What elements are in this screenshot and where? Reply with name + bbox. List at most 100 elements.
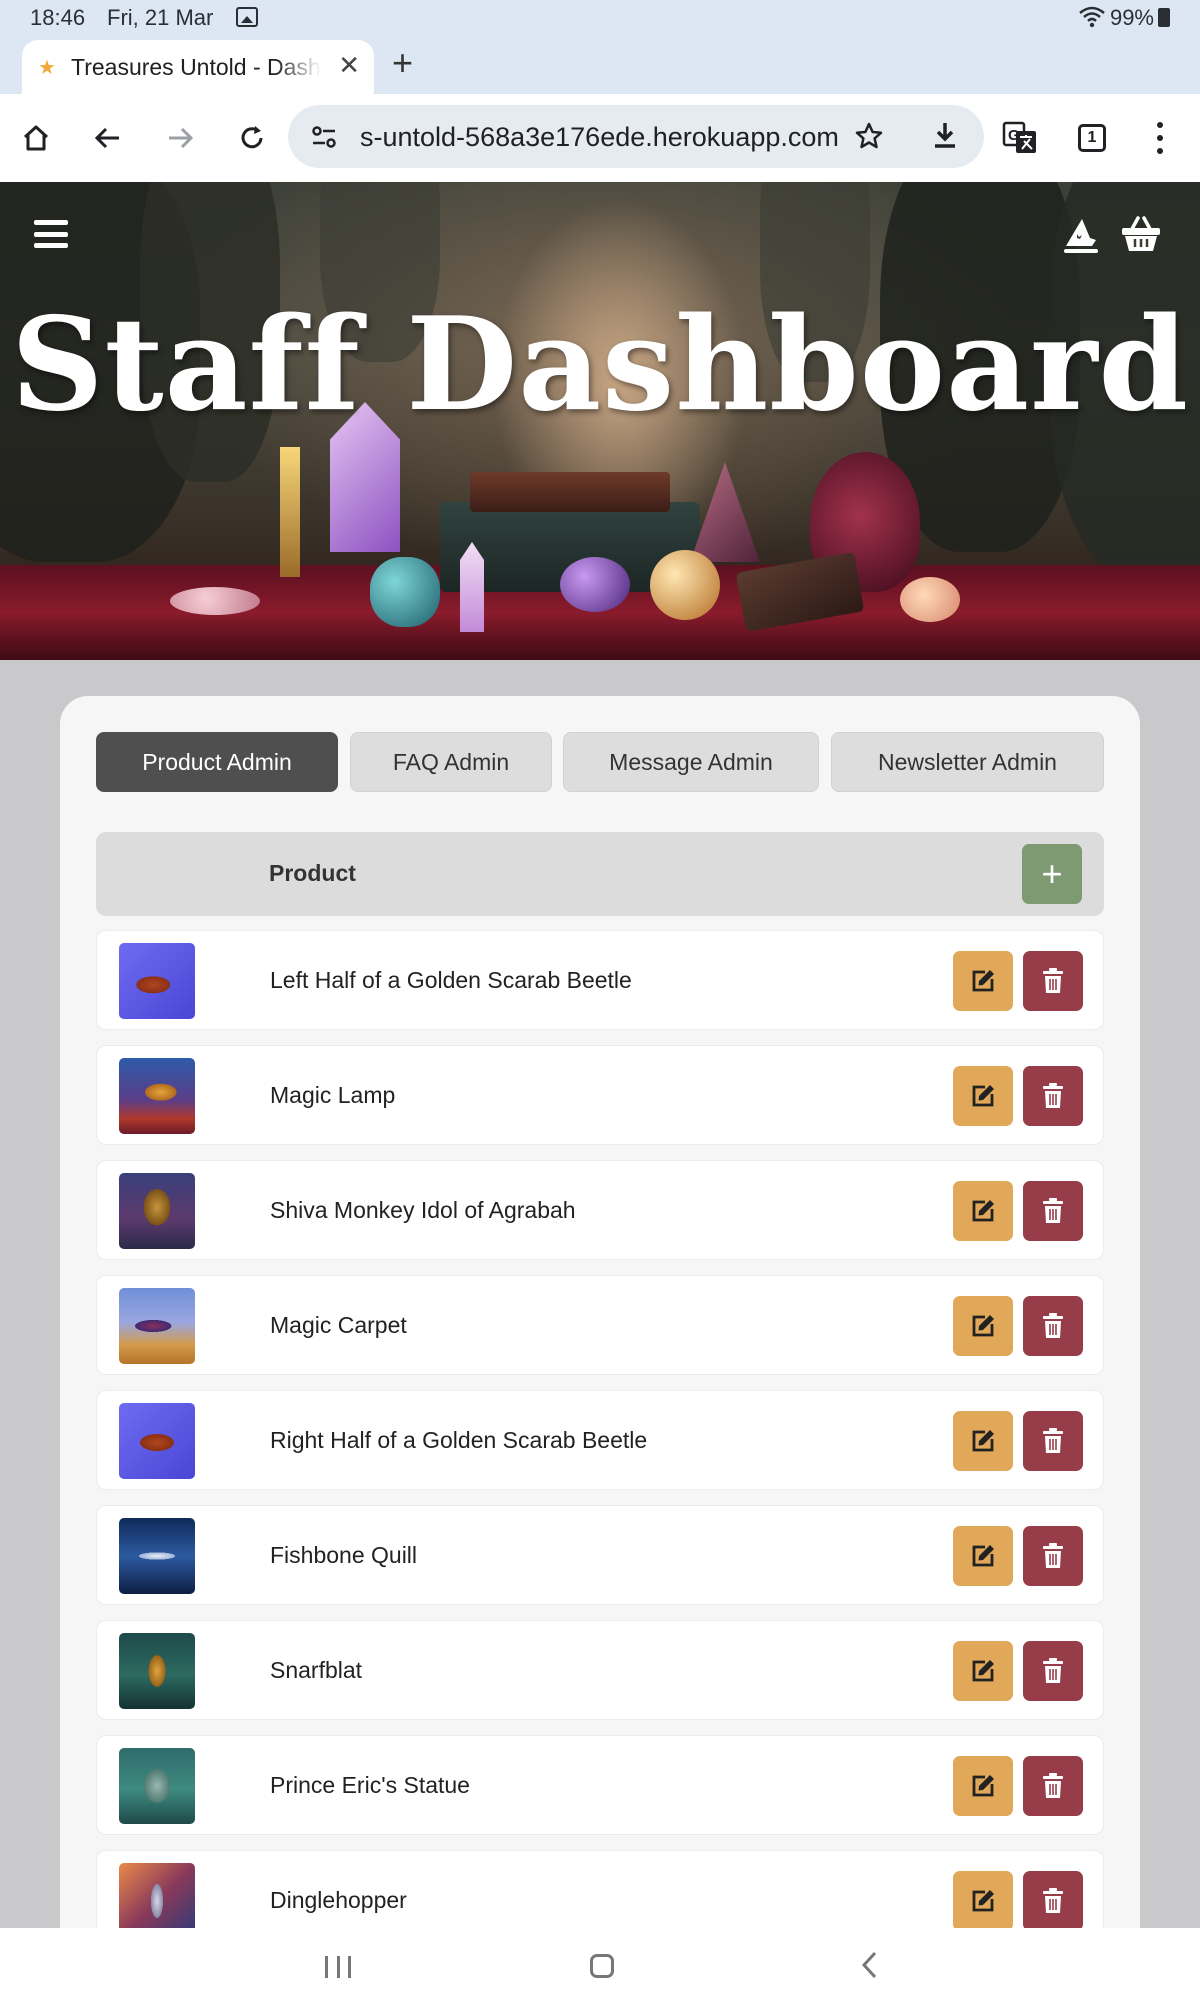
trash-icon — [1043, 1658, 1063, 1683]
edit-icon — [972, 1430, 994, 1452]
delete-button[interactable] — [1023, 1526, 1083, 1586]
edit-icon — [972, 1890, 994, 1912]
delete-button[interactable] — [1023, 1181, 1083, 1241]
edit-icon — [972, 1085, 994, 1107]
trash-icon — [1043, 1313, 1063, 1338]
product-thumbnail — [119, 1403, 195, 1479]
tab-faq-admin[interactable]: FAQ Admin — [350, 732, 552, 792]
address-url[interactable]: s-untold-568a3e176ede.herokuapp.com — [360, 122, 839, 153]
menu-icon[interactable] — [34, 220, 68, 248]
basket-icon[interactable] — [1120, 214, 1162, 254]
trash-icon — [1043, 1888, 1063, 1913]
new-tab-icon[interactable]: + — [392, 42, 413, 84]
edit-button[interactable] — [953, 1641, 1013, 1701]
page-title: Staff Dashboard — [11, 290, 1189, 440]
tab-newsletter-admin[interactable]: Newsletter Admin — [831, 732, 1104, 792]
browser-toolbar: s-untold-568a3e176ede.herokuapp.com G 1 — [0, 94, 1200, 182]
gallery-notification-icon — [236, 7, 258, 27]
browser-tab-strip: ★ Treasures Untold - Dashboard ✕ + — [0, 36, 1200, 94]
system-home-icon[interactable] — [590, 1954, 614, 1978]
delete-button[interactable] — [1023, 1411, 1083, 1471]
add-product-button[interactable]: + — [1022, 844, 1082, 904]
edit-button[interactable] — [953, 1411, 1013, 1471]
trash-icon — [1043, 1083, 1063, 1108]
product-name: Prince Eric's Statue — [270, 1772, 470, 1798]
battery-icon — [1158, 8, 1170, 27]
dashboard-card: Product Admin FAQ Admin Message Admin Ne… — [60, 696, 1140, 2000]
edit-button[interactable] — [953, 1526, 1013, 1586]
recents-icon[interactable] — [325, 1956, 351, 1978]
edit-button[interactable] — [953, 1066, 1013, 1126]
browser-tab[interactable]: ★ Treasures Untold - Dashboard ✕ — [22, 40, 374, 94]
status-time: 18:46 — [30, 5, 86, 30]
edit-icon — [972, 970, 994, 992]
product-thumbnail — [119, 1288, 195, 1364]
table-row: Right Half of a Golden Scarab Beetle — [96, 1390, 1104, 1490]
delete-button[interactable] — [1023, 1066, 1083, 1126]
site-settings-icon[interactable] — [310, 123, 338, 151]
product-name: Shiva Monkey Idol of Agrabah — [270, 1197, 576, 1223]
table-row: Left Half of a Golden Scarab Beetle — [96, 930, 1104, 1030]
hero-banner: Staff Dashboard — [0, 182, 1200, 660]
tab-message-admin[interactable]: Message Admin — [563, 732, 819, 792]
edit-button[interactable] — [953, 1296, 1013, 1356]
wifi-icon — [1079, 6, 1105, 28]
trash-icon — [1043, 1543, 1063, 1568]
address-bar[interactable]: s-untold-568a3e176ede.herokuapp.com — [288, 105, 984, 168]
table-row: Magic Carpet — [96, 1275, 1104, 1375]
product-name: Right Half of a Golden Scarab Beetle — [270, 1427, 648, 1453]
close-tab-icon[interactable]: ✕ — [338, 50, 360, 81]
product-thumbnail — [119, 1518, 195, 1594]
table-row: Fishbone Quill — [96, 1505, 1104, 1605]
product-thumbnail — [119, 1173, 195, 1249]
favicon-icon: ★ — [38, 57, 56, 79]
forward-arrow-icon[interactable] — [158, 116, 202, 160]
browser-tab-title: Treasures Untold - Dashboard — [71, 54, 321, 80]
delete-button[interactable] — [1023, 1296, 1083, 1356]
edit-icon — [972, 1315, 994, 1337]
edit-icon — [972, 1775, 994, 1797]
product-name: Snarfblat — [270, 1657, 363, 1683]
table-row: Magic Lamp — [96, 1045, 1104, 1145]
edit-button[interactable] — [953, 951, 1013, 1011]
edit-button[interactable] — [953, 1756, 1013, 1816]
trash-icon — [1043, 1198, 1063, 1223]
translate-icon[interactable]: G — [998, 116, 1042, 160]
system-navigation-bar — [0, 1928, 1200, 2000]
product-thumbnail — [119, 1748, 195, 1824]
bookmark-star-icon[interactable] — [854, 121, 884, 151]
status-date: Fri, 21 Mar — [107, 5, 214, 30]
wizard-hat-icon[interactable] — [1062, 216, 1100, 256]
table-header: Product + — [96, 832, 1104, 916]
back-arrow-icon[interactable] — [86, 116, 130, 160]
status-bar: 18:46 Fri, 21 Mar 99% — [0, 0, 1200, 36]
edit-button[interactable] — [953, 1181, 1013, 1241]
tab-product-admin[interactable]: Product Admin — [96, 732, 338, 792]
delete-button[interactable] — [1023, 1871, 1083, 1931]
download-icon[interactable] — [930, 120, 960, 150]
trash-icon — [1043, 1428, 1063, 1453]
product-thumbnail — [119, 943, 195, 1019]
product-name: Fishbone Quill — [270, 1542, 418, 1568]
table-row: Prince Eric's Statue — [96, 1735, 1104, 1835]
edit-icon — [972, 1200, 994, 1222]
tab-switcher-button[interactable]: 1 — [1078, 124, 1106, 152]
product-thumbnail — [119, 1058, 195, 1134]
battery-percent: 99% — [1109, 5, 1154, 30]
table-row: Shiva Monkey Idol of Agrabah — [96, 1160, 1104, 1260]
edit-icon — [972, 1660, 994, 1682]
edit-button[interactable] — [953, 1871, 1013, 1931]
system-back-icon[interactable] — [860, 1950, 878, 1980]
edit-icon — [972, 1545, 994, 1567]
delete-button[interactable] — [1023, 1756, 1083, 1816]
product-name: Magic Lamp — [270, 1082, 396, 1108]
plus-icon: + — [1041, 853, 1063, 894]
home-icon[interactable] — [14, 116, 58, 160]
column-header-product: Product — [269, 860, 356, 886]
delete-button[interactable] — [1023, 1641, 1083, 1701]
product-name: Left Half of a Golden Scarab Beetle — [270, 967, 632, 993]
reload-icon[interactable] — [230, 116, 274, 160]
delete-button[interactable] — [1023, 951, 1083, 1011]
browser-menu-icon[interactable] — [1156, 122, 1164, 154]
product-name: Dinglehopper — [270, 1887, 407, 1913]
